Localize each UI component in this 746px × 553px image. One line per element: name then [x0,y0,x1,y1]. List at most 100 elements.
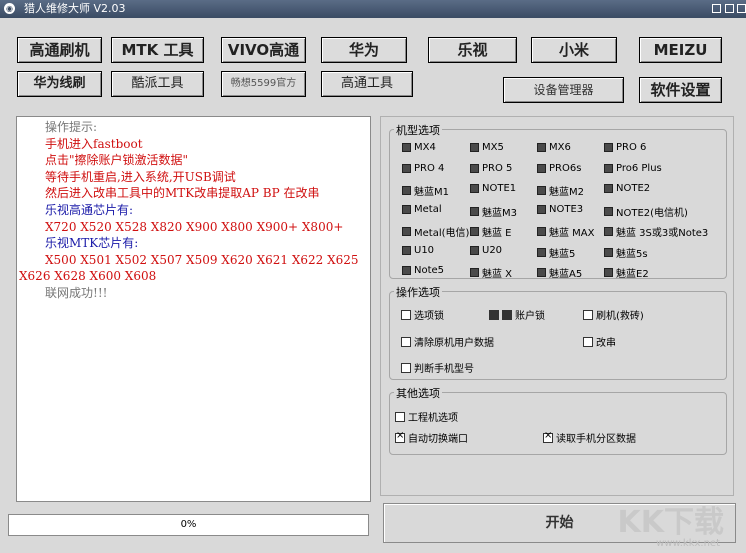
model-option[interactable]: MX6 [537,142,571,154]
model-option[interactable]: U20 [470,245,502,257]
engineering-option-checkbox[interactable]: 工程机选项 [395,409,458,424]
model-option-label: NOTE3 [549,203,584,215]
huawei-button[interactable]: 华为 [321,37,407,63]
model-option[interactable]: Metal(电信) [402,224,469,239]
model-option[interactable]: 魅蓝M1 [402,183,449,198]
options-panel: 机型选项 MX4 MX5 MX6 PRO 6 PRO 4 PRO 5 PRO6s Pro6 P… [380,116,734,496]
qualcomm-flash-button[interactable]: 高通刷机 [17,37,102,63]
model-option[interactable]: Metal [402,204,442,216]
model-radio-icon [537,227,546,236]
model-radio-icon [402,143,411,152]
model-option[interactable]: NOTE1 [470,183,516,195]
model-option-label: 魅蓝M1 [414,187,449,198]
meizu-button[interactable]: MEIZU [639,37,722,63]
model-options-group: 机型选项 MX4 MX5 MX6 PRO 6 PRO 4 PRO 5 PRO6s Pro6 P… [389,122,727,280]
changxiang-button[interactable]: 畅想5599官方 [221,71,306,97]
model-radio-icon [537,204,546,214]
model-radio-icon [470,227,479,236]
model-option[interactable]: 魅蓝M2 [537,183,584,198]
auto-switch-port-checkbox[interactable]: 自动切换端口 [395,430,468,445]
model-option-label: PRO 4 [414,162,445,174]
model-option[interactable]: PRO 6 [604,142,646,154]
model-radio-icon [470,206,479,216]
operation-options-title: 操作选项 [394,284,442,300]
close-button[interactable] [737,4,746,13]
app-icon: ◉ [4,3,15,14]
model-option[interactable]: 魅蓝 X [470,265,512,280]
model-radio-icon [604,184,613,193]
model-radio-icon [604,163,613,173]
minimize-button[interactable] [712,4,721,13]
coolpad-tool-button[interactable]: 酷派工具 [111,71,204,97]
watermark-logo: KK下载 [617,505,725,540]
log-line: X626 X628 X600 X608 [19,269,157,284]
maximize-button[interactable] [725,4,734,13]
mtk-tool-button[interactable]: MTK 工具 [111,37,204,63]
model-option-label: MX4 [414,142,436,153]
model-radio-icon [470,268,479,277]
flash-rescue-option[interactable]: 刷机(救砖) [583,307,644,322]
model-option[interactable]: Pro6 Plus [604,163,662,175]
log-line: X500 X501 X502 X507 X509 X620 X621 X622 … [45,252,359,267]
model-option[interactable]: 魅蓝A5 [537,265,582,280]
model-option[interactable]: 魅蓝 3S或3或Note3 [604,224,708,239]
model-option-label: 魅蓝M3 [482,207,517,219]
model-radio-icon [604,268,613,277]
clear-user-data-option[interactable]: 清除原机用户数据 [401,334,494,349]
model-option[interactable]: NOTE2(电信机) [604,204,688,219]
model-option-label: U20 [482,244,503,256]
model-radio-icon [537,143,546,152]
model-option[interactable]: 魅蓝 MAX [537,224,595,239]
model-option[interactable]: MX4 [402,142,436,154]
account-lock-option[interactable]: 账户锁 [489,307,545,322]
model-option[interactable]: PRO6s [537,163,581,175]
model-option-label: U10 [414,244,435,256]
log-panel[interactable]: 操作提示: 手机进入fastboot 点击"擦除账户锁激活数据" 等待手机重启,进入系… [16,116,371,502]
other-options-title: 其他选项 [394,385,442,401]
model-option-label: 魅蓝 3S或3或Note3 [616,228,709,239]
log-line: 乐视MTK芯片有: [45,236,139,251]
log-line: 手机进入fastboot [45,136,143,151]
model-radio-icon [537,186,546,195]
model-option[interactable]: 魅蓝E2 [604,265,649,280]
model-radio-icon [604,227,613,236]
xiaomi-button[interactable]: 小米 [531,37,617,63]
huawei-line-flash-button[interactable]: 华为线刷 [17,71,102,97]
read-partition-checkbox[interactable]: 读取手机分区数据 [543,430,636,445]
model-option-label: 魅蓝M2 [549,187,584,198]
log-line: 操作提示: [45,120,98,134]
model-option[interactable]: 魅蓝5 [537,245,575,260]
model-option[interactable]: PRO 5 [470,163,512,175]
model-option[interactable]: 魅蓝 E [470,224,512,239]
model-radio-icon [604,206,613,216]
option-lock-option[interactable]: 选项锁 [401,307,444,322]
detect-model-option[interactable]: 判断手机型号 [401,360,474,375]
log-line: 等待手机重启,进入系统,开USB调试 [45,169,236,184]
model-option-label: PRO 5 [482,162,513,174]
model-option[interactable]: NOTE3 [537,204,583,216]
change-serial-option[interactable]: 改串 [583,334,616,349]
model-option[interactable]: PRO 4 [402,163,444,175]
model-option-label: 魅蓝A5 [549,269,583,280]
progress-label: 0% [180,519,197,530]
model-option[interactable]: U10 [402,245,434,257]
vivo-qualcomm-button[interactable]: VIVO高通 [221,37,306,63]
model-option-label: 魅蓝 X [482,269,513,280]
model-option[interactable]: Note5 [402,265,444,277]
log-line: 点击"擦除账户锁激活数据" [45,153,189,168]
model-option[interactable]: NOTE2 [604,183,650,195]
model-options-title: 机型选项 [394,122,442,138]
letv-button[interactable]: 乐视 [428,37,517,63]
model-radio-icon [537,268,546,277]
device-manager-button[interactable]: 设备管理器 [503,77,624,103]
model-option[interactable]: 魅蓝M3 [470,204,517,219]
model-option-label: 魅蓝E2 [616,269,649,280]
qualcomm-tool-button[interactable]: 高通工具 [321,71,413,97]
other-options-group: 其他选项 工程机选项 自动切换端口 读取手机分区数据 [389,385,727,455]
model-radio-icon [537,163,546,173]
window-title: 猎人维修大师 V2.03 [24,2,126,15]
software-settings-button[interactable]: 软件设置 [639,77,722,103]
model-option[interactable]: MX5 [470,142,504,154]
model-radio-icon [470,143,479,152]
model-option[interactable]: 魅蓝5s [604,245,648,260]
